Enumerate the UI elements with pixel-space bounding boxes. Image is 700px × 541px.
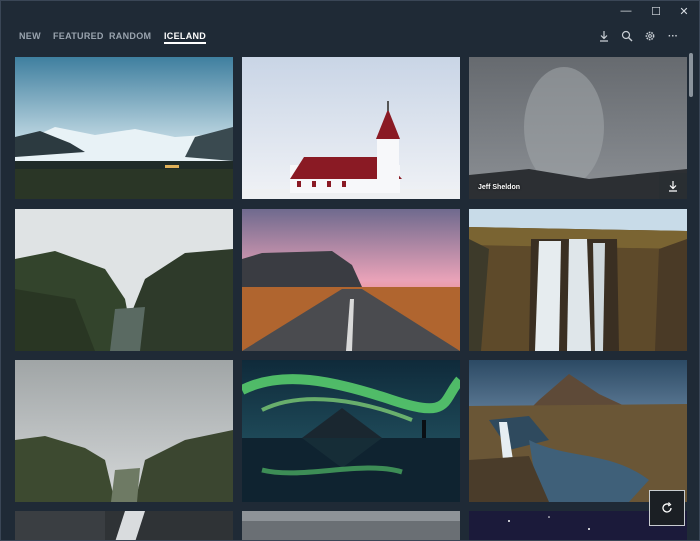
photo-tile-waterfall[interactable] [469,209,687,351]
photo-tile-canyon[interactable] [15,209,233,351]
download-icon[interactable] [595,27,613,45]
photo-credit: Jeff Sheldon [478,184,521,191]
more-icon[interactable]: ··· [664,27,682,45]
photo-download-button[interactable] [659,173,687,199]
close-button[interactable]: ✕ [669,1,699,21]
photo-tile-cliffs[interactable] [15,360,233,502]
search-icon[interactable] [618,27,636,45]
photo-tile-overcast[interactable] [242,511,460,540]
photo-grid: Jeff Sheldon [15,57,687,540]
tab-featured[interactable]: FEATURED [53,31,104,41]
tab-random[interactable]: RANDOM [109,31,151,41]
download-icon [669,181,677,192]
gear-icon[interactable] [641,27,659,45]
top-nav: NEW FEATURED RANDOM ICELAND ··· [1,23,699,51]
scrollbar-thumb[interactable] [689,53,693,97]
photo-tile-aurora[interactable] [242,360,460,502]
photo-tile-road[interactable] [242,209,460,351]
tab-new[interactable]: NEW [19,31,41,41]
photo-tile-glacier[interactable] [15,57,233,199]
photo-tile-church[interactable] [242,57,460,199]
photo-tile-beach[interactable] [15,511,233,540]
tab-iceland[interactable]: ICELAND [164,31,207,44]
photo-tile-waterfall-mist[interactable]: Jeff Sheldon [469,57,687,199]
refresh-icon [662,502,672,513]
title-bar: — ☐ ✕ [1,1,699,21]
refresh-button[interactable] [649,490,685,526]
maximize-button[interactable]: ☐ [641,1,671,21]
photo-tile-kirkjufell[interactable] [469,360,687,502]
app-window: — ☐ ✕ NEW FEATURED RANDOM ICELAND ··· Je… [0,0,700,541]
minimize-button[interactable]: — [611,1,641,21]
